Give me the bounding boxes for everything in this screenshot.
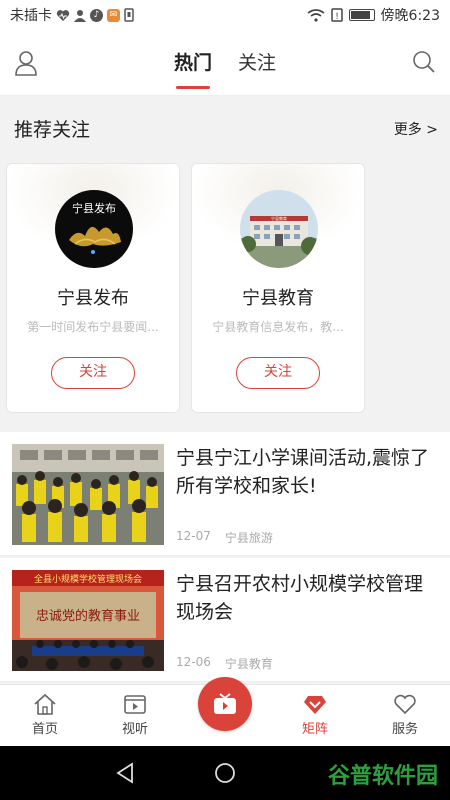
carrier-label: 未插卡 <box>10 8 52 24</box>
home-circle-icon[interactable] <box>214 762 236 784</box>
top-nav: 热门 关注 <box>0 30 450 96</box>
svg-text:!: ! <box>335 12 339 22</box>
nav-label: 视听 <box>121 722 148 737</box>
card-name: 宁县发布 <box>57 288 129 309</box>
thumb-slogan-text: 忠诚党的教育事业 <box>36 608 140 624</box>
bottom-nav: 首页 视听 矩阵 服务 <box>0 677 450 746</box>
news-date: 12-07 <box>176 529 211 543</box>
tab-follow[interactable]: 关注 <box>238 48 276 89</box>
follow-button[interactable]: 关注 <box>51 357 135 389</box>
nav-service[interactable]: 服务 <box>370 693 440 737</box>
search-icon[interactable] <box>412 50 436 74</box>
recommend-card[interactable]: 宁县发布 宁县发布 第一时间发布宁县要闻... 关注 <box>6 163 180 413</box>
thumb-banner-text: 全县小规模学校管理现场会 <box>34 573 142 585</box>
avatar: 宁县教育 <box>240 190 318 268</box>
avatar-logo-text: 宁县发布 <box>72 201 116 215</box>
news-title: 宁县宁江小学课间活动,震惊了所有学校和家长! <box>176 447 430 497</box>
back-icon[interactable] <box>115 762 135 784</box>
nav-label: 首页 <box>31 722 58 737</box>
heart-icon <box>394 694 416 715</box>
news-thumbnail <box>12 444 164 545</box>
battery-icon <box>348 9 375 21</box>
no-sim-icon: ! <box>330 8 343 22</box>
more-link[interactable]: 更多 > <box>394 119 438 139</box>
news-date: 12-06 <box>176 655 211 669</box>
tab-hot[interactable]: 热门 <box>174 48 212 89</box>
follow-button[interactable]: 关注 <box>236 357 320 389</box>
video-icon <box>124 695 146 714</box>
person-icon <box>74 9 86 22</box>
health-icon <box>56 9 70 21</box>
matrix-icon <box>304 696 326 714</box>
mail-icon: ✉ <box>107 8 120 22</box>
nav-matrix[interactable]: 矩阵 <box>280 693 350 737</box>
recommend-card[interactable]: 宁县教育 宁县教育 宁县教育信息发布，教... 关注 <box>191 163 365 413</box>
status-bar: 未插卡 ♪ ✉ ! 傍晚6:23 <box>0 0 450 30</box>
news-thumbnail: 全县小规模学校管理现场会 忠诚党的教育事业 <box>12 570 164 671</box>
recommend-section: 推荐关注 更多 > 宁县发布 宁县发布 第一时间发布宁县要闻... 关注 宁县教… <box>0 97 450 430</box>
card-name: 宁县教育 <box>242 288 314 309</box>
card-desc: 宁县教育信息发布，教... <box>212 320 344 334</box>
avatar-logo-text: 宁县教育 <box>271 215 287 221</box>
nav-video[interactable]: 视听 <box>100 693 170 737</box>
nav-home[interactable]: 首页 <box>10 693 80 737</box>
card-desc: 第一时间发布宁县要闻... <box>27 320 159 334</box>
system-nav-bar: 谷普软件园 <box>0 746 450 800</box>
watermark-logo: 谷普软件园 <box>327 764 438 789</box>
news-source: 宁县教育 <box>224 657 273 671</box>
nav-label: 矩阵 <box>301 722 328 737</box>
news-item[interactable]: 宁县宁江小学课间活动,震惊了所有学校和家长! 12-07 宁县旅游 <box>0 432 450 556</box>
tiktok-icon: ♪ <box>90 8 103 22</box>
news-item[interactable]: 全县小规模学校管理现场会 忠诚党的教育事业 宁县召开农村小规模学校管理现场会 1… <box>0 558 450 682</box>
center-tv-button[interactable] <box>198 677 252 731</box>
avatar: 宁县发布 <box>55 190 133 268</box>
nav-label: 服务 <box>391 722 418 737</box>
news-source: 宁县旅游 <box>224 531 273 545</box>
sim-icon <box>124 8 134 22</box>
home-icon <box>34 693 56 715</box>
wifi-icon <box>307 8 325 22</box>
news-title: 宁县召开农村小规模学校管理现场会 <box>176 573 424 623</box>
section-title: 推荐关注 <box>14 119 91 141</box>
clock: 傍晚6:23 <box>380 8 440 24</box>
tv-icon <box>214 693 236 714</box>
